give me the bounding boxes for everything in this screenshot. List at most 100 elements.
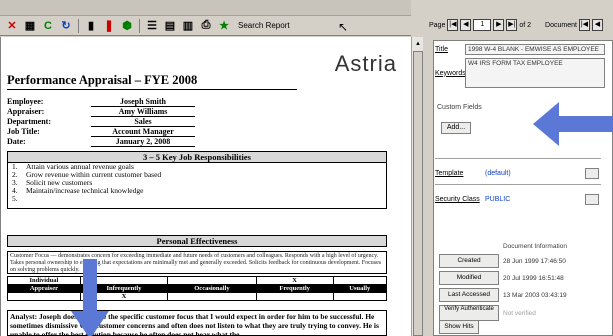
template-browse-button[interactable] <box>585 168 599 179</box>
keywords-label: Keywords <box>435 69 466 77</box>
personal-effectiveness-title: Personal Effectiveness <box>7 235 387 247</box>
info-button[interactable]: Last Accessed <box>439 288 499 302</box>
rating-cell <box>7 292 81 301</box>
info-button[interactable]: Created <box>439 254 499 268</box>
list-icon[interactable]: ☰ <box>144 18 160 33</box>
field-value: Joseph Smith <box>91 97 195 107</box>
table-icon[interactable]: ▤ <box>162 18 178 33</box>
rating-cell: Frequently <box>255 284 334 293</box>
field-value: Amy Williams <box>91 107 195 117</box>
template-row: Template (default) <box>435 168 599 179</box>
add-button[interactable]: Add... <box>441 122 471 134</box>
security-label: Security Class <box>435 196 480 203</box>
security-value[interactable]: PUBLIC <box>485 196 585 203</box>
field-label: Appraiser: <box>7 107 45 116</box>
keywords-field[interactable]: W4 IRS FORM TAX EMPLOYEE <box>465 58 605 88</box>
refresh-icon[interactable]: C <box>40 18 56 33</box>
info-value: 13 Mar 2003 03:43:19 <box>503 291 567 299</box>
separator <box>435 184 601 185</box>
responsibility-item: 5. <box>8 195 386 203</box>
rating-header-row: Appraiser Infrequently Occasionally Frequen… <box>7 284 388 293</box>
next-page-button[interactable]: ▶ <box>493 19 505 31</box>
app-window: ✕ ▦ C ↻ ▮ ❚ ⬢ ☰ ▤ ▥ ⎙ ★ Search Report ↖ Astria Perfo… <box>0 0 613 336</box>
document-page: Astria Performance Appraisal – FYE 2008 … <box>1 37 411 336</box>
info-value: 28 Jun 1999 17:46:50 <box>503 257 566 265</box>
template-label: Template <box>435 170 464 177</box>
grid-icon[interactable]: ▦ <box>22 18 38 33</box>
properties-panel: Page |◀ ◀ 1 ▶ ▶| of 2 Document |◀ ◀ Titl… <box>423 0 613 336</box>
field-label: Employee: <box>7 97 44 106</box>
document-information-title: Document Information <box>503 243 567 250</box>
rating-cell <box>332 292 388 301</box>
bar-icon[interactable]: ▮ <box>83 18 99 33</box>
close-icon[interactable]: ✕ <box>4 18 20 33</box>
title-label: Title <box>435 46 448 53</box>
template-value[interactable]: (default) <box>485 170 585 177</box>
scroll-up-icon[interactable]: ▲ <box>413 38 423 50</box>
first-page-button[interactable]: |◀ <box>447 19 459 31</box>
info-value: Not verified <box>503 309 536 317</box>
panel-icon[interactable]: ▥ <box>180 18 196 33</box>
info-row: Modified 20 Jul 1999 16:51:48 <box>439 271 564 285</box>
page-label: Page <box>429 21 446 29</box>
info-button[interactable]: Verify Authenticate <box>439 305 499 321</box>
document-scrollbar[interactable]: ▲ <box>411 37 423 336</box>
security-row: Security Class PUBLIC <box>435 194 599 205</box>
company-logo: Astria <box>334 51 397 76</box>
last-page-button[interactable]: ▶| <box>506 19 518 31</box>
field-row: Job Title: Account Manager <box>7 127 195 137</box>
redo-icon[interactable]: ↻ <box>58 18 74 33</box>
toolbar-separator <box>139 18 140 33</box>
rating-cell: Occasionally <box>167 284 257 293</box>
toolbar: ✕ ▦ C ↻ ▮ ❚ ⬢ ☰ ▤ ▥ ⎙ ★ Search Report <box>0 16 411 36</box>
security-browse-button[interactable] <box>585 194 599 205</box>
info-row: Created 28 Jun 1999 17:46:50 <box>439 254 566 268</box>
toolbar-separator <box>78 18 79 33</box>
title-field[interactable]: 1998 W-4 BLANK - EMWISE AS EMPLOYEE <box>465 44 605 55</box>
rating-appraiser-row: X <box>7 292 388 301</box>
rating-cell: Appraiser <box>7 284 81 293</box>
analyst-comment: Analyst: Joseph does not have the specif… <box>7 310 387 336</box>
rating-cell: Usually <box>332 284 388 293</box>
responsibilities-box: 3 – 5 Key Job Responsibilities 1. Attain … <box>7 151 387 209</box>
prev-doc-button[interactable]: ◀ <box>591 19 603 31</box>
field-label: Department: <box>7 117 51 126</box>
field-row: Date: January 2, 2008 <box>7 137 195 147</box>
prev-page-button[interactable]: ◀ <box>460 19 472 31</box>
field-label: Date: <box>7 137 26 146</box>
rating-cell <box>332 276 388 285</box>
responsibility-text: Maintain/increase technical knowledge <box>26 186 144 195</box>
star-icon[interactable]: ★ <box>216 18 232 33</box>
document-label: Document <box>545 21 577 29</box>
rating-cell: Individual <box>7 276 81 285</box>
rating-cell <box>167 292 257 301</box>
responsibilities-list: 1. Attain various annual revenue goals 2. G… <box>8 163 386 203</box>
info-row: Verify Authenticate Not verified <box>439 305 536 321</box>
field-value: Account Manager <box>91 127 195 137</box>
customer-focus-text: Customer Focus — demonstrates concern fo… <box>7 251 387 274</box>
print-icon[interactable]: ⎙ <box>198 18 214 33</box>
arrow-down-icon <box>71 259 109 336</box>
title-strip <box>0 0 411 16</box>
responsibility-item: 4. Maintain/increase technical knowledge <box>8 187 386 195</box>
responsibility-number: 5. <box>12 194 18 203</box>
field-value: January 2, 2008 <box>91 137 195 147</box>
mouse-cursor-icon: ↖ <box>338 20 349 34</box>
search-report-button[interactable]: Search Report <box>238 21 290 30</box>
field-row: Employee: Joseph Smith <box>7 97 195 107</box>
custom-fields-label: Custom Fields <box>437 104 482 111</box>
field-row: Appraiser: Amy Williams <box>7 107 195 117</box>
arrow-left-icon <box>533 102 613 146</box>
rating-cell <box>167 276 257 285</box>
shape-icon[interactable]: ⬢ <box>119 18 135 33</box>
info-button[interactable]: Modified <box>439 271 499 285</box>
first-doc-button[interactable]: |◀ <box>578 19 590 31</box>
scroll-thumb[interactable] <box>413 51 423 336</box>
info-value: 20 Jul 1999 16:51:48 <box>503 274 564 282</box>
document-viewer[interactable]: Astria Performance Appraisal – FYE 2008 … <box>0 37 411 336</box>
separator <box>435 158 601 159</box>
show-hits-button[interactable]: Show Hits <box>439 320 479 334</box>
keywords-row: Keywords W4 IRS FORM TAX EMPLOYEE <box>435 58 605 88</box>
column-icon[interactable]: ❚ <box>101 18 117 33</box>
page-number-input[interactable]: 1 <box>473 19 492 31</box>
